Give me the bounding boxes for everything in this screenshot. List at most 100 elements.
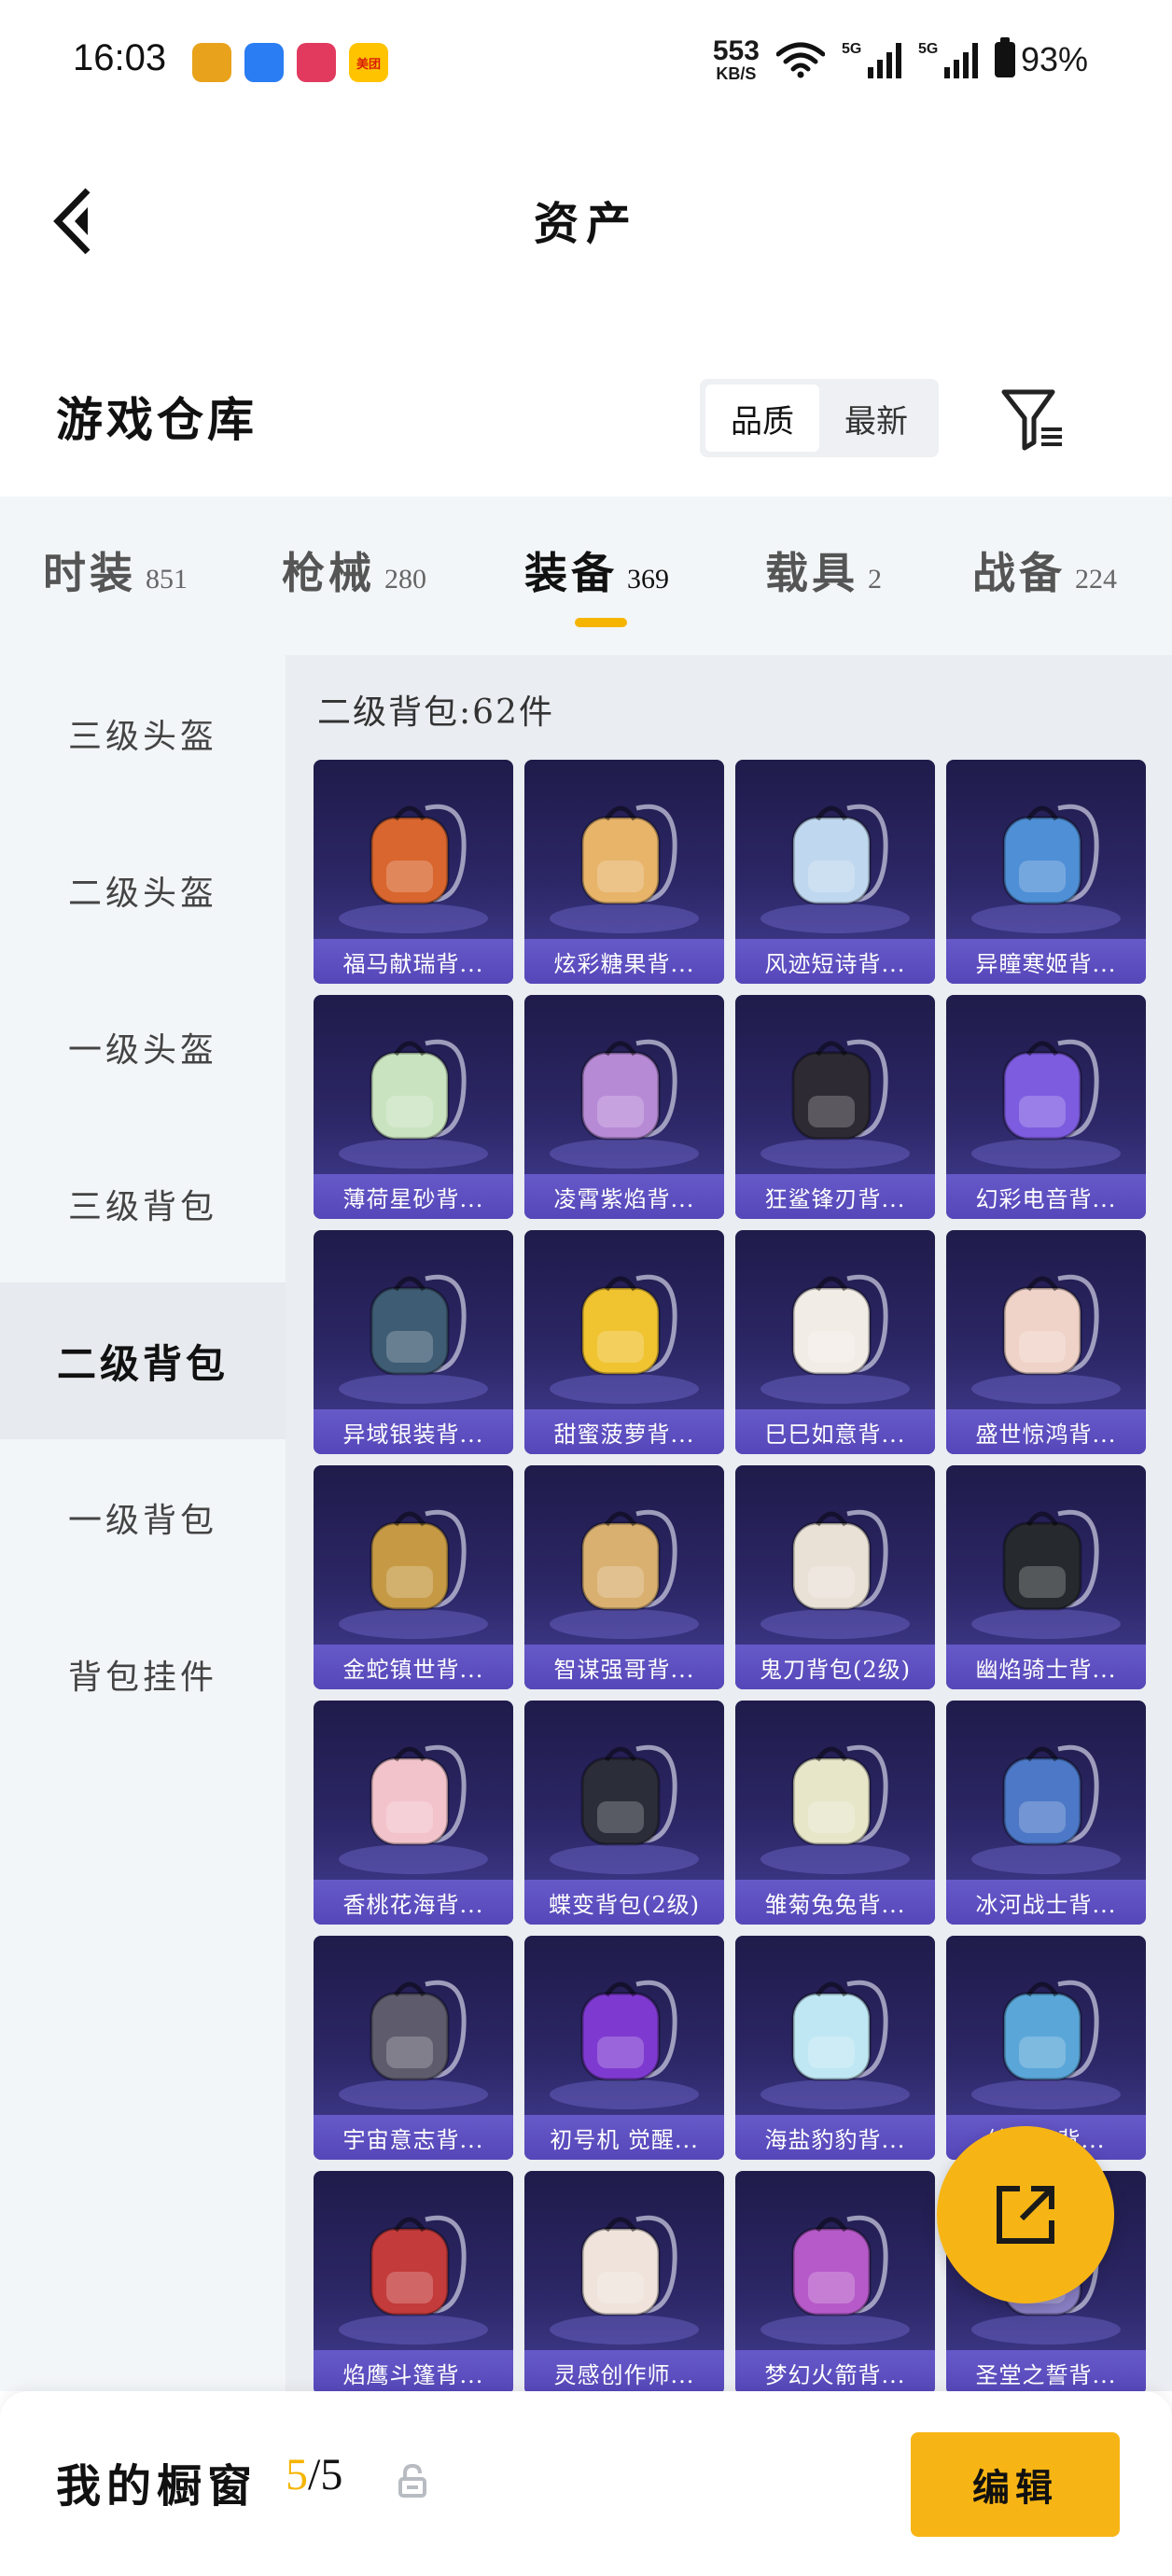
edit-button[interactable]: 编辑 (911, 2432, 1120, 2537)
backpack-icon (550, 804, 699, 933)
tab-supplies[interactable]: 战备 224 (972, 539, 1117, 601)
network-speed: 553 KB/S (713, 37, 760, 83)
backpack-item-card[interactable]: 冰河战士背... (946, 1701, 1146, 1925)
backpack-icon (971, 1274, 1121, 1404)
backpack-item-card[interactable]: 宇宙意志背... (314, 1936, 513, 2160)
backpack-item-card[interactable]: 蝶变背包(2级) (524, 1701, 724, 1925)
backpack-item-name: 异瞳寒姬背... (946, 939, 1146, 984)
share-button[interactable] (937, 2126, 1114, 2303)
backpack-item-card[interactable]: 薄荷星砂背... (314, 995, 513, 1219)
share-external-icon (997, 2186, 1054, 2244)
meituan-icon: 美团 (349, 43, 388, 82)
backpack-item-name: 甜蜜菠萝背... (524, 1409, 724, 1454)
backpack-item-card[interactable]: 金蛇镇世背... (314, 1465, 513, 1689)
tab-vehicles[interactable]: 载具 2 (765, 539, 882, 601)
backpack-icon (760, 1509, 910, 1639)
backpack-item-card[interactable]: 盛世惊鸿背... (946, 1230, 1146, 1454)
backpack-item-card[interactable]: 风迹短诗背... (735, 760, 935, 984)
showcase-label: 我的橱窗 (56, 2460, 258, 2513)
status-indicators: 553 KB/S 5G 5G 93% (713, 37, 1088, 83)
sidebar-item-level3-helmet[interactable]: 三级头盔 (0, 655, 286, 812)
tab-firearms[interactable]: 枪械 280 (282, 539, 426, 601)
sort-option-newest[interactable]: 最新 (819, 385, 933, 452)
sidebar-item-level1-helmet[interactable]: 一级头盔 (0, 969, 286, 1126)
backpack-item-name: 梦幻火箭背... (735, 2350, 935, 2391)
backpack-item-name: 金蛇镇世背... (314, 1645, 513, 1689)
tab-equipment[interactable]: 装备 369 (524, 539, 669, 601)
backpack-icon (339, 1274, 488, 1404)
backpack-item-card[interactable]: 鬼刀背包(2级) (735, 1465, 935, 1689)
backpack-item-card[interactable]: 炫彩糖果背... (524, 760, 724, 984)
backpack-item-card[interactable]: 幻彩电音背... (946, 995, 1146, 1219)
section-title: 游戏仓库 (56, 392, 258, 447)
sidebar-item-level2-backpack[interactable]: 二级背包 (0, 1282, 286, 1439)
backpack-icon (550, 1744, 699, 1874)
filter-button[interactable] (997, 381, 1071, 455)
sidebar-item-backpack-charm[interactable]: 背包挂件 (0, 1596, 286, 1753)
status-time: 16:03 (73, 37, 167, 78)
backpack-item-card[interactable]: 智谋强哥背... (524, 1465, 724, 1689)
sidebar-item-level3-backpack[interactable]: 三级背包 (0, 1126, 286, 1282)
sim1-network-type: 5G (841, 41, 862, 57)
backpack-item-card[interactable]: 香桃花海背... (314, 1701, 513, 1925)
backpack-icon (971, 1039, 1121, 1169)
tab-fashion[interactable]: 时装 851 (43, 539, 188, 601)
backpack-icon (760, 2215, 910, 2345)
sidebar-item-level2-helmet[interactable]: 二级头盔 (0, 812, 286, 969)
lock-icon (398, 2463, 426, 2498)
signal-icon-sim2: 5G (918, 41, 978, 78)
sort-option-quality[interactable]: 品质 (705, 385, 819, 452)
backpack-icon (339, 1980, 488, 2109)
tab-count: 280 (384, 564, 426, 595)
backpack-item-name: 异域银装背... (314, 1409, 513, 1454)
backpack-item-card[interactable]: 雏菊兔兔背... (735, 1701, 935, 1925)
backpack-icon (760, 1980, 910, 2109)
status-bar: 16:03 美团 553 KB/S 5G 5G 93% (0, 0, 1172, 131)
backpack-item-card[interactable]: 初号机 觉醒... (524, 1936, 724, 2160)
battery-icon (994, 37, 1015, 77)
backpack-item-card[interactable]: 焰鹰斗篷背... (314, 2171, 513, 2391)
backpack-icon (339, 1039, 488, 1169)
app-icon-1 (192, 43, 231, 82)
backpack-item-name: 凌霄紫焰背... (524, 1174, 724, 1219)
backpack-icon (550, 1509, 699, 1639)
battery-indicator: 93% (994, 37, 1088, 79)
backpack-icon (971, 804, 1121, 933)
backpack-icon (550, 2215, 699, 2345)
backpack-item-name: 冰河战士背... (946, 1880, 1146, 1925)
backpack-icon (760, 1039, 910, 1169)
backpack-item-name: 初号机 觉醒... (524, 2115, 724, 2160)
backpack-item-name: 幽焰骑士背... (946, 1645, 1146, 1689)
backpack-item-card[interactable]: 纯真...背... (946, 1936, 1146, 2160)
showcase-count-total: /5 (308, 2450, 343, 2499)
backpack-item-card[interactable]: 狂鲨锋刃背... (735, 995, 935, 1219)
backpack-item-name: 海盐豹豹背... (735, 2115, 935, 2160)
category-tabs: 时装 851 枪械 280 装备 369 载具 2 战备 224 (0, 497, 1172, 655)
backpack-item-card[interactable]: 异域银装背... (314, 1230, 513, 1454)
backpack-item-card[interactable]: 异瞳寒姬背... (946, 760, 1146, 984)
backpack-item-card[interactable]: 巳巳如意背... (735, 1230, 935, 1454)
backpack-icon (550, 1980, 699, 2109)
tab-label: 枪械 (282, 548, 375, 598)
backpack-icon (339, 1509, 488, 1639)
app-icon-3 (297, 43, 336, 82)
backpack-item-card[interactable]: 甜蜜菠萝背... (524, 1230, 724, 1454)
backpack-item-card[interactable]: 幽焰骑士背... (946, 1465, 1146, 1689)
backpack-item-name: 焰鹰斗篷背... (314, 2350, 513, 2391)
backpack-item-name: 风迹短诗背... (735, 939, 935, 984)
backpack-item-name: 智谋强哥背... (524, 1645, 724, 1689)
showcase-count-current: 5 (286, 2450, 308, 2499)
showcase-bar: 我的橱窗 5/5 编辑 (0, 2391, 1172, 2576)
backpack-item-card[interactable]: 福马献瑞背... (314, 760, 513, 984)
backpack-item-name: 宇宙意志背... (314, 2115, 513, 2160)
showcase-count: 5/5 (286, 2449, 342, 2500)
backpack-item-card[interactable]: 凌霄紫焰背... (524, 995, 724, 1219)
backpack-item-card[interactable]: 梦幻火箭背... (735, 2171, 935, 2391)
backpack-item-name: 雏菊兔兔背... (735, 1880, 935, 1925)
backpack-item-name: 鬼刀背包(2级) (735, 1645, 935, 1689)
backpack-item-name: 薄荷星砂背... (314, 1174, 513, 1219)
backpack-item-card[interactable]: 海盐豹豹背... (735, 1936, 935, 2160)
sidebar-item-level1-backpack[interactable]: 一级背包 (0, 1439, 286, 1596)
backpack-item-card[interactable]: 灵感创作师... (524, 2171, 724, 2391)
backpack-item-name: 幻彩电音背... (946, 1174, 1146, 1219)
